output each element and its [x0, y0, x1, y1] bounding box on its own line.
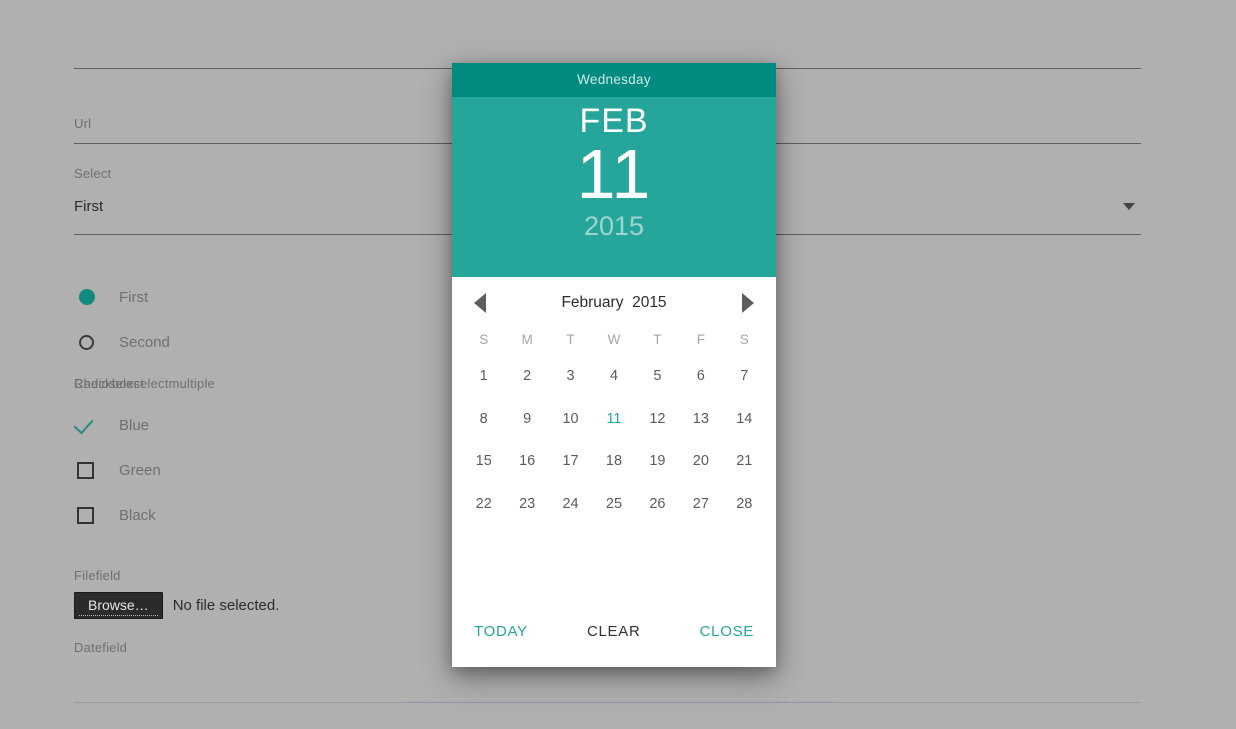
file-input-row[interactable]: Browse… No file selected.: [74, 592, 280, 620]
radio-option-second[interactable]: Second: [74, 330, 170, 354]
url-label: Url: [74, 116, 92, 131]
checkbox-option-green-label: Green: [119, 461, 161, 479]
calendar-day[interactable]: 19: [636, 440, 679, 483]
calendar-day-empty: [723, 525, 766, 568]
datepicker-hero: FEB 11 2015: [452, 97, 776, 277]
calendar-day[interactable]: 6: [679, 355, 722, 398]
calendar-day[interactable]: 22: [462, 483, 505, 526]
calendar-day[interactable]: 25: [592, 483, 635, 526]
field-underline-datefield[interactable]: [74, 702, 1141, 703]
checkbox-option-green[interactable]: Green: [74, 458, 161, 482]
radio-option-first-label: First: [119, 288, 149, 306]
page-root: Url Select First Radioselect First Secon…: [0, 0, 1236, 729]
calendar-day[interactable]: 16: [505, 440, 548, 483]
calendar-day[interactable]: 4: [592, 355, 635, 398]
checkbox-empty-icon[interactable]: [74, 503, 100, 527]
calendar-day[interactable]: 7: [723, 355, 766, 398]
radio-selected-icon[interactable]: [74, 285, 100, 309]
calendar-day[interactable]: 15: [462, 440, 505, 483]
calendar-day[interactable]: 20: [679, 440, 722, 483]
calendar-day[interactable]: 14: [723, 398, 766, 441]
filefield-label: Filefield: [74, 568, 121, 583]
calendar-day[interactable]: 21: [723, 440, 766, 483]
weekday-header: T: [653, 331, 662, 347]
checkbox-empty-icon[interactable]: [74, 458, 100, 482]
triangle-right-icon[interactable]: [742, 293, 754, 313]
calendar-week-row: 8 9 10 11 12 13 14: [462, 398, 766, 441]
calendar-day[interactable]: 27: [679, 483, 722, 526]
calendar-day[interactable]: 17: [549, 440, 592, 483]
browse-button[interactable]: Browse…: [74, 592, 163, 620]
calendar-header-row: S M T W T F S: [462, 323, 766, 355]
calendar-week-row: 15 16 17 18 19 20 21: [462, 440, 766, 483]
checkmark-icon[interactable]: [74, 413, 100, 437]
datepicker-year: 2015: [583, 211, 645, 242]
calendar-week-row: 1 2 3 4 5 6 7: [462, 355, 766, 398]
calendar-week-row: [462, 525, 766, 568]
calendar-day[interactable]: 23: [505, 483, 548, 526]
calendar-day[interactable]: 24: [549, 483, 592, 526]
calendar-day[interactable]: 10: [549, 398, 592, 441]
weekday-header: T: [566, 331, 575, 347]
calendar-day[interactable]: 1: [462, 355, 505, 398]
select-value[interactable]: First: [74, 198, 103, 215]
close-button[interactable]: CLOSE: [696, 617, 758, 646]
calendar-day-empty: [679, 525, 722, 568]
checkbox-option-blue-label: Blue: [119, 416, 150, 434]
triangle-left-icon[interactable]: [474, 293, 486, 313]
calendar-week-row: 22 23 24 25 26 27 28: [462, 483, 766, 526]
datepicker-day-number: 11: [576, 135, 652, 214]
radio-option-second-label: Second: [119, 333, 170, 351]
chevron-down-icon[interactable]: [1123, 203, 1135, 210]
calendar-day-empty: [549, 525, 592, 568]
calendar-table: S M T W T F S 1 2 3 4 5 6 7 8 9 10 11 12…: [462, 323, 766, 568]
calendar-day[interactable]: 18: [592, 440, 635, 483]
checkboxselectmultiple-label: Checkboxselectmultiple: [74, 376, 215, 391]
calendar-day[interactable]: 2: [505, 355, 548, 398]
select-label: Select: [74, 166, 112, 181]
today-button[interactable]: TODAY: [470, 617, 532, 646]
datefield-label: Datefield: [74, 640, 128, 655]
calendar-day[interactable]: 12: [636, 398, 679, 441]
calendar-day-empty: [462, 525, 505, 568]
calendar-day[interactable]: 28: [723, 483, 766, 526]
datepicker-nav: February 2015: [452, 283, 776, 323]
datepicker-grid: S M T W T F S 1 2 3 4 5 6 7 8 9 10 11 12…: [452, 323, 776, 595]
calendar-day[interactable]: 13: [679, 398, 722, 441]
weekday-header: S: [739, 331, 749, 347]
clear-button[interactable]: CLEAR: [583, 617, 645, 646]
calendar-day-selected[interactable]: 11: [592, 398, 635, 441]
calendar-day[interactable]: 5: [636, 355, 679, 398]
calendar-day[interactable]: 3: [549, 355, 592, 398]
calendar-day[interactable]: 8: [462, 398, 505, 441]
calendar-day-empty: [505, 525, 548, 568]
weekday-header: W: [607, 331, 621, 347]
checkbox-option-black[interactable]: Black: [74, 503, 156, 527]
calendar-day-empty: [636, 525, 679, 568]
radio-unselected-icon[interactable]: [74, 330, 100, 354]
datepicker-footer: TODAY CLEAR CLOSE: [452, 595, 776, 667]
datepicker-weekday: Wednesday: [452, 63, 776, 97]
checkbox-option-blue[interactable]: Blue: [74, 413, 149, 437]
calendar-day[interactable]: 26: [636, 483, 679, 526]
datepicker-dialog: Wednesday FEB 11 2015 February 2015 S M …: [452, 63, 776, 667]
datepicker-month-year-title: February 2015: [561, 294, 667, 311]
weekday-header: S: [479, 331, 489, 347]
weekday-header: M: [521, 331, 533, 347]
checkbox-option-black-label: Black: [119, 506, 156, 524]
calendar-day-empty: [592, 525, 635, 568]
calendar-day[interactable]: 9: [505, 398, 548, 441]
radio-option-first[interactable]: First: [74, 285, 148, 309]
weekday-header: F: [696, 331, 705, 347]
file-status-text: No file selected.: [172, 597, 280, 615]
